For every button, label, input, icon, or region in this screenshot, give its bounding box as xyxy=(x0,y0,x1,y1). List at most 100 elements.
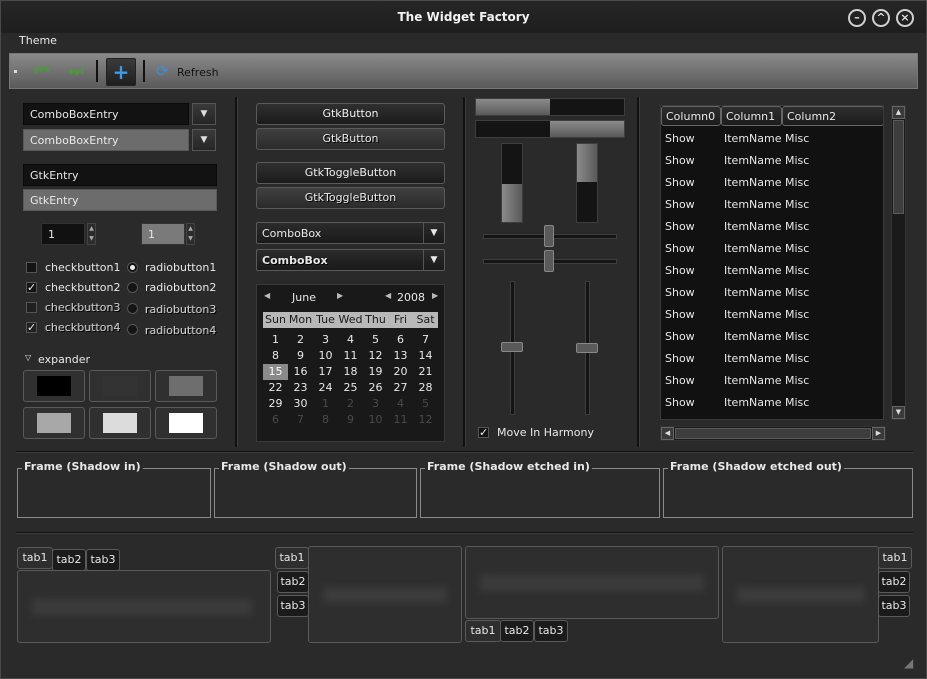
notebook3-tab2[interactable]: tab2 xyxy=(500,620,534,642)
calendar-day[interactable]: 24 xyxy=(313,380,338,396)
calendar-day[interactable]: 13 xyxy=(388,348,413,364)
goto-last-icon[interactable]: ⏭ xyxy=(62,58,90,84)
calendar-day[interactable]: 4 xyxy=(338,332,363,348)
calendar-day[interactable]: 1 xyxy=(263,332,288,348)
swatch-button-6[interactable] xyxy=(155,407,217,439)
notebook3-tab3[interactable]: tab3 xyxy=(534,620,568,642)
calendar-day[interactable]: 11 xyxy=(338,348,363,364)
combo-entry-2-field[interactable]: ComboBoxEntry xyxy=(23,129,189,151)
table-row[interactable]: Show ItemName Misc xyxy=(661,370,883,392)
table-row[interactable]: Show ItemName Misc xyxy=(661,260,883,282)
column-header-1[interactable]: Column1 xyxy=(721,106,782,126)
prev-month-icon[interactable]: ◀ xyxy=(264,291,270,300)
calendar-day[interactable]: 2 xyxy=(288,332,313,348)
table-row[interactable]: Show ItemName Misc xyxy=(661,238,883,260)
calendar-day[interactable]: 3 xyxy=(313,332,338,348)
table-row[interactable]: Show ItemName Misc xyxy=(661,326,883,348)
notebook2-tab3[interactable]: tab3 xyxy=(277,595,309,617)
toggle-button-1[interactable]: GtkToggleButton xyxy=(256,162,445,184)
hscale-2-handle[interactable] xyxy=(544,250,554,272)
calendar-day[interactable]: 16 xyxy=(288,364,313,380)
scroll-up-icon[interactable]: ▲ xyxy=(892,106,905,119)
radio-1[interactable] xyxy=(127,262,138,273)
gtk-button-2[interactable]: GtkButton xyxy=(256,128,445,150)
gtk-button-1[interactable]: GtkButton xyxy=(256,103,445,125)
calendar-day[interactable]: 10 xyxy=(363,412,388,428)
radio-2[interactable] xyxy=(127,282,138,293)
calendar-day[interactable]: 9 xyxy=(338,412,363,428)
calendar-day[interactable]: 6 xyxy=(388,332,413,348)
calendar-day[interactable]: 5 xyxy=(413,396,438,412)
calendar-day[interactable]: 26 xyxy=(363,380,388,396)
checkbox-1[interactable] xyxy=(26,262,37,273)
swatch-button-4[interactable] xyxy=(23,407,85,439)
calendar-day[interactable]: 21 xyxy=(413,364,438,380)
combo-box-2[interactable]: ComboBox ▼ xyxy=(256,249,445,271)
toggle-button-2[interactable]: GtkToggleButton xyxy=(256,187,445,209)
checkbox-3[interactable] xyxy=(26,302,37,313)
resize-grip-icon[interactable]: ◢ xyxy=(904,656,918,670)
notebook1-tab3[interactable]: tab3 xyxy=(86,549,120,571)
title-bar[interactable]: The Widget Factory – ^ × xyxy=(1,1,926,33)
next-year-icon[interactable]: ▶ xyxy=(432,291,438,300)
calendar-day[interactable]: 5 xyxy=(363,332,388,348)
tree-hscrollbar[interactable]: ◀ ▶ xyxy=(660,426,886,441)
table-row[interactable]: Show ItemName Misc xyxy=(661,392,883,414)
calendar-day[interactable]: 10 xyxy=(313,348,338,364)
expander[interactable]: ▽ expander xyxy=(25,353,105,367)
calendar[interactable]: ◀ June ▶ ◀ 2008 ▶ Sun Mon Tue Wed Thu Fri Sat … xyxy=(256,284,445,442)
prev-year-icon[interactable]: ◀ xyxy=(385,291,391,300)
calendar-day[interactable]: 7 xyxy=(288,412,313,428)
minimize-icon[interactable]: – xyxy=(848,9,866,27)
vscale-2-handle[interactable] xyxy=(576,343,598,353)
menu-theme[interactable]: Theme xyxy=(19,34,57,47)
tree-view[interactable]: Column0 Column1 Column2 Show ItemName Misc… xyxy=(660,105,884,420)
calendar-day[interactable]: 3 xyxy=(363,396,388,412)
hscale-1-handle[interactable] xyxy=(544,225,554,247)
checkbox-2[interactable]: ✓ xyxy=(26,282,37,293)
refresh-button[interactable]: ⟳ Refresh xyxy=(156,62,286,82)
goto-first-icon[interactable]: ⏮ xyxy=(28,58,56,84)
calendar-day[interactable]: 11 xyxy=(388,412,413,428)
notebook4-tab2[interactable]: tab2 xyxy=(878,571,910,593)
combo-box-1[interactable]: ComboBox ▼ xyxy=(256,222,445,244)
scroll-right-icon[interactable]: ▶ xyxy=(872,427,885,440)
notebook2-tab2[interactable]: tab2 xyxy=(277,571,309,593)
calendar-day[interactable]: 15 xyxy=(263,364,288,380)
spin-button-1[interactable]: 1 xyxy=(41,223,85,245)
entry-2-field[interactable]: GtkEntry xyxy=(23,189,217,211)
notebook4-tab1[interactable]: tab1 xyxy=(878,547,912,569)
entry-1-field[interactable]: GtkEntry xyxy=(23,164,217,186)
calendar-day[interactable]: 30 xyxy=(288,396,313,412)
maximize-icon[interactable]: ^ xyxy=(872,9,890,27)
scroll-left-icon[interactable]: ◀ xyxy=(661,427,674,440)
notebook1-tab1[interactable]: tab1 xyxy=(17,547,53,569)
table-row[interactable]: Show ItemName Misc xyxy=(661,304,883,326)
calendar-day[interactable]: 27 xyxy=(388,380,413,396)
calendar-day[interactable]: 28 xyxy=(413,380,438,396)
table-row[interactable]: Show ItemName Misc xyxy=(661,128,883,150)
spin-arrows-icon[interactable]: ▲ ▼ xyxy=(87,223,96,245)
spin-button-2[interactable]: 1 xyxy=(141,223,185,245)
table-row[interactable]: Show ItemName Misc xyxy=(661,150,883,172)
calendar-day[interactable]: 8 xyxy=(263,348,288,364)
checkbox-4[interactable]: ✓ xyxy=(26,322,37,333)
table-row[interactable]: Show ItemName Misc xyxy=(661,348,883,370)
calendar-day[interactable]: 12 xyxy=(413,412,438,428)
calendar-day[interactable]: 18 xyxy=(338,364,363,380)
spin-arrows-icon[interactable]: ▲ ▼ xyxy=(186,223,195,245)
vscale-1-handle[interactable] xyxy=(501,342,523,352)
scroll-thumb[interactable] xyxy=(675,428,871,439)
calendar-day[interactable]: 8 xyxy=(313,412,338,428)
calendar-day[interactable]: 12 xyxy=(363,348,388,364)
calendar-day[interactable]: 9 xyxy=(288,348,313,364)
calendar-day[interactable]: 19 xyxy=(363,364,388,380)
toolbar-grip-icon[interactable] xyxy=(14,70,17,73)
swatch-button-1[interactable] xyxy=(23,370,85,402)
table-row[interactable]: Show ItemName Misc xyxy=(661,216,883,238)
calendar-day[interactable]: 22 xyxy=(263,380,288,396)
calendar-day[interactable]: 7 xyxy=(413,332,438,348)
column-header-2[interactable]: Column2 xyxy=(782,106,883,126)
radio-3[interactable] xyxy=(127,303,138,314)
tree-vscrollbar[interactable]: ▲ ▼ xyxy=(891,105,906,420)
